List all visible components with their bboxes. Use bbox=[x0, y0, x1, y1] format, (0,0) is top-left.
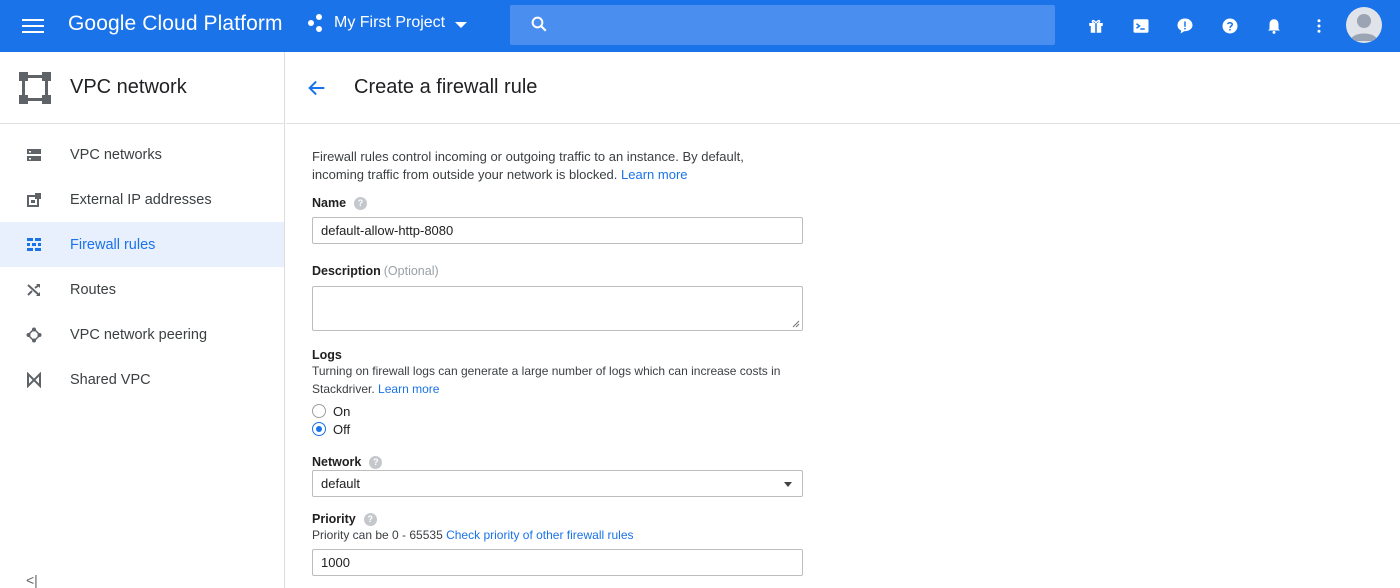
network-label-text: Network bbox=[312, 455, 362, 469]
sidebar-item-label: VPC networks bbox=[70, 146, 162, 163]
description-textarea[interactable] bbox=[312, 286, 803, 331]
sidebar-item-label: External IP addresses bbox=[70, 191, 212, 208]
network-select-value: default bbox=[321, 476, 361, 491]
peering-icon bbox=[25, 326, 43, 344]
optional-hint: (Optional) bbox=[383, 264, 439, 278]
radio-label-off: Off bbox=[333, 421, 351, 437]
firewall-icon bbox=[25, 236, 43, 254]
sidebar-item-label: Shared VPC bbox=[70, 371, 151, 388]
radio-button-checked[interactable] bbox=[312, 422, 326, 436]
logs-label-text: Logs bbox=[312, 348, 342, 362]
priority-input[interactable] bbox=[312, 549, 803, 576]
help-icon[interactable] bbox=[1214, 10, 1246, 42]
gift-icon[interactable] bbox=[1080, 10, 1112, 42]
project-name: My First Project bbox=[334, 14, 446, 31]
shared-vpc-icon bbox=[25, 371, 43, 389]
help-icon[interactable]: ? bbox=[363, 512, 377, 526]
priority-label-text: Priority bbox=[312, 512, 356, 526]
main-content: Create a firewall rule Firewall rules co… bbox=[286, 52, 1400, 588]
vpc-networks-icon bbox=[25, 146, 43, 164]
network-label: Network ? bbox=[312, 455, 832, 469]
radio-label-on: On bbox=[333, 403, 351, 419]
sidebar-item-peering[interactable]: VPC network peering bbox=[0, 312, 284, 357]
more-vert-icon[interactable] bbox=[1303, 10, 1335, 42]
avatar[interactable] bbox=[1346, 7, 1382, 43]
firewall-rule-form: Firewall rules control incoming or outgo… bbox=[312, 148, 832, 576]
priority-help: Priority can be 0 - 65535 Check priority… bbox=[312, 526, 832, 544]
logs-on-radio[interactable]: On bbox=[312, 402, 832, 420]
logs-learn-more-link[interactable]: Learn more bbox=[378, 382, 439, 396]
name-label: Name ? bbox=[312, 196, 832, 210]
priority-help-text: Priority can be 0 - 65535 bbox=[312, 528, 443, 542]
logs-label: Logs bbox=[312, 348, 832, 362]
sidebar-title: VPC network bbox=[70, 76, 187, 98]
external-ip-icon bbox=[25, 191, 43, 209]
name-label-text: Name bbox=[312, 196, 347, 210]
sidebar-item-routes[interactable]: Routes bbox=[0, 267, 284, 312]
help-icon[interactable]: ? bbox=[354, 196, 368, 210]
learn-more-link[interactable]: Learn more bbox=[621, 167, 687, 182]
radio-button[interactable] bbox=[312, 404, 326, 418]
sidebar-item-firewall-rules[interactable]: Firewall rules bbox=[0, 222, 284, 267]
sidebar: VPC network VPC networks External IP add… bbox=[0, 52, 285, 588]
priority-label: Priority ? bbox=[312, 512, 832, 526]
top-app-bar: Google Cloud Platform My First Project bbox=[0, 0, 1400, 52]
chevron-down-icon bbox=[455, 21, 468, 28]
logs-help: Turning on firewall logs can generate a … bbox=[312, 362, 802, 398]
dropdown-arrow-icon bbox=[784, 482, 792, 487]
form-intro: Firewall rules control incoming or outgo… bbox=[312, 148, 782, 184]
vpc-product-icon bbox=[19, 71, 51, 104]
brand-name[interactable]: Google Cloud Platform bbox=[68, 12, 283, 36]
check-priority-link[interactable]: Check priority of other firewall rules bbox=[446, 528, 633, 542]
sidebar-header: VPC network bbox=[0, 52, 284, 124]
search-input[interactable] bbox=[510, 5, 1055, 45]
resize-grip-icon[interactable] bbox=[792, 320, 800, 328]
hamburger-menu-icon[interactable] bbox=[22, 15, 46, 37]
sidebar-item-label: Firewall rules bbox=[70, 236, 156, 253]
page-title: Create a firewall rule bbox=[354, 76, 538, 98]
page-header: Create a firewall rule bbox=[286, 52, 1400, 124]
feedback-icon[interactable] bbox=[1169, 10, 1201, 42]
sidebar-item-label: VPC network peering bbox=[70, 326, 208, 343]
network-select[interactable]: default bbox=[312, 470, 803, 497]
notifications-icon[interactable] bbox=[1258, 10, 1290, 42]
routes-icon bbox=[25, 281, 43, 299]
terminal-icon[interactable] bbox=[1125, 10, 1157, 42]
logs-off-radio[interactable]: Off bbox=[312, 420, 832, 438]
search-icon bbox=[531, 16, 547, 32]
description-label-text: Description bbox=[312, 264, 381, 278]
help-icon[interactable]: ? bbox=[369, 455, 383, 469]
back-arrow-icon[interactable] bbox=[306, 76, 330, 100]
sidebar-item-label: Routes bbox=[70, 281, 116, 298]
sidebar-item-external-ip[interactable]: External IP addresses bbox=[0, 177, 284, 222]
project-selector[interactable]: My First Project bbox=[308, 13, 468, 33]
sidebar-item-shared-vpc[interactable]: Shared VPC bbox=[0, 357, 284, 402]
project-dots-icon bbox=[308, 13, 328, 33]
description-label: Description (Optional) bbox=[312, 264, 832, 278]
collapse-sidebar-icon[interactable]: <| bbox=[26, 572, 38, 588]
sidebar-item-vpc-networks[interactable]: VPC networks bbox=[0, 132, 284, 177]
name-input[interactable] bbox=[312, 217, 803, 244]
